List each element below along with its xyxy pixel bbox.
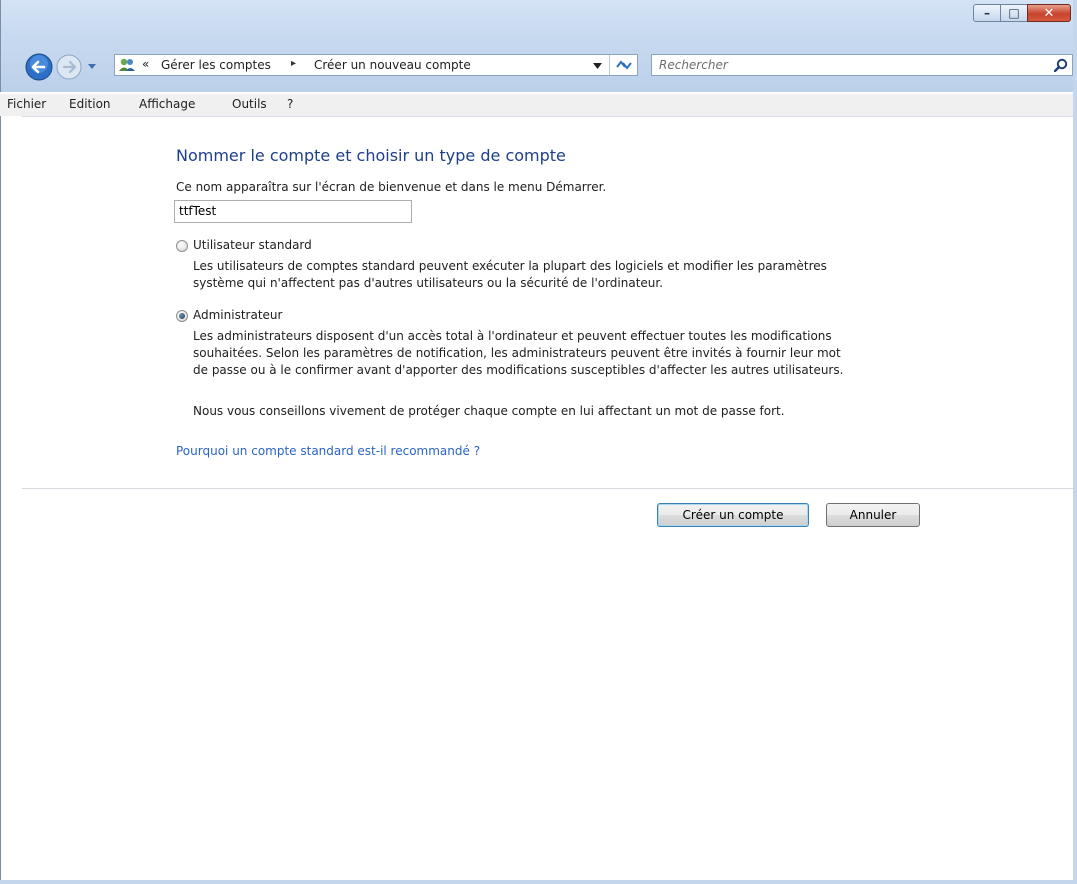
menu-bar: Fichier Edition Affichage Outils ? — [0, 94, 1077, 117]
refresh-icon[interactable] — [615, 58, 633, 72]
left-frame — [0, 116, 22, 884]
option-admin-description-line-3: de passe ou à le confirmer avant d'appor… — [193, 363, 844, 377]
breadcrumb-separator-icon[interactable]: ▸ — [291, 58, 296, 69]
breadcrumb-item-accounts[interactable]: Gérer les comptes — [161, 58, 271, 72]
divider — [22, 488, 1077, 489]
users-icon — [119, 58, 135, 71]
search-input[interactable]: Rechercher — [659, 58, 728, 72]
radio-administrator[interactable] — [176, 310, 188, 322]
menu-view[interactable]: Affichage — [139, 97, 195, 111]
explorer-window: – □ ✕ « Gérer les comptes ▸ Créer un nou… — [0, 0, 1077, 884]
breadcrumb-item-new-account[interactable]: Créer un nouveau compte — [314, 58, 471, 72]
address-bar[interactable]: « Gérer les comptes ▸ Créer un nouveau c… — [114, 54, 638, 76]
menu-tools[interactable]: Outils — [232, 97, 267, 111]
search-box[interactable]: Rechercher — [651, 54, 1073, 76]
divider — [609, 55, 610, 75]
create-account-button[interactable]: Créer un compte — [657, 503, 809, 527]
radio-selected-dot — [179, 313, 185, 319]
close-button[interactable]: ✕ — [1027, 4, 1071, 22]
chevron-down-icon — [88, 64, 96, 69]
menu-edit[interactable]: Edition — [69, 97, 111, 111]
menu-help[interactable]: ? — [287, 97, 293, 111]
chevron-down-icon[interactable] — [593, 62, 603, 70]
bottom-frame — [0, 880, 1077, 884]
breadcrumb-overflow[interactable]: « — [142, 57, 149, 71]
menu-file[interactable]: Fichier — [7, 97, 46, 111]
option-admin-description-line-2: souhaitées. Selon les paramètres de noti… — [193, 346, 841, 360]
option-admin-description-line-1: Les administrateurs disposent d'un accès… — [193, 329, 832, 343]
radio-standard-user[interactable] — [176, 240, 188, 252]
maximize-icon: □ — [1008, 6, 1020, 20]
window-controls: – □ ✕ — [973, 4, 1071, 24]
search-icon[interactable] — [1054, 58, 1068, 72]
option-standard-description-line-2: système qui n'affectent pas d'autres uti… — [193, 276, 664, 290]
option-standard-description-line-1: Les utilisateurs de comptes standard peu… — [193, 259, 827, 273]
cancel-button[interactable]: Annuler — [826, 503, 920, 527]
option-admin-label[interactable]: Administrateur — [193, 308, 282, 322]
maximize-button[interactable]: □ — [1000, 4, 1028, 22]
option-standard-label[interactable]: Utilisateur standard — [193, 238, 312, 252]
recent-pages-button[interactable] — [88, 64, 96, 69]
name-prompt: Ce nom apparaîtra sur l'écran de bienven… — [176, 180, 607, 194]
minimize-button[interactable]: – — [973, 4, 1001, 22]
close-icon: ✕ — [1043, 5, 1055, 21]
right-frame — [1073, 0, 1077, 884]
forward-button[interactable] — [56, 54, 82, 80]
password-advice: Nous vous conseillons vivement de protég… — [193, 404, 785, 418]
account-name-input[interactable]: ttfTest — [174, 200, 412, 223]
back-button[interactable] — [25, 53, 53, 81]
minimize-icon: – — [984, 6, 990, 20]
page-title: Nommer le compte et choisir un type de c… — [176, 146, 566, 165]
nav-buttons — [25, 53, 96, 81]
why-standard-link[interactable]: Pourquoi un compte standard est-il recom… — [176, 444, 480, 458]
